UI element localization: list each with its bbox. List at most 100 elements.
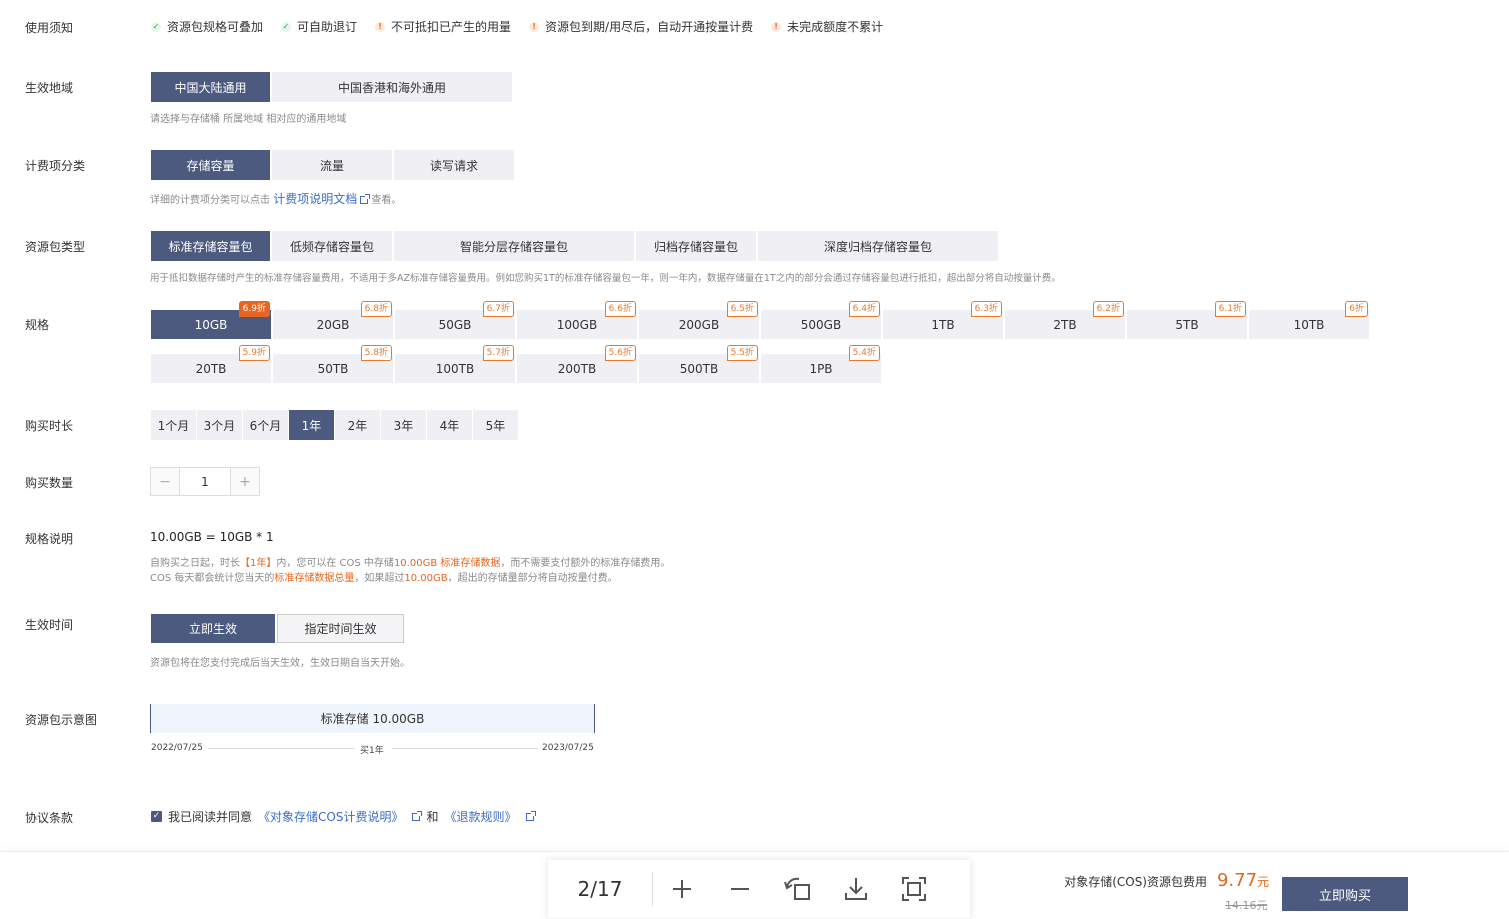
text: 自购买之日起，时长 xyxy=(150,558,240,569)
spec-option[interactable]: 500GB 6.4折 xyxy=(761,301,881,339)
rotate-icon[interactable] xyxy=(769,875,827,903)
discount-badge: 6.7折 xyxy=(482,301,514,317)
duration-option[interactable]: 3个月 xyxy=(197,410,243,440)
notice-list: ✓ 资源包规格可叠加 ✓ 可自助退订 ! 不可抵扣已产生的用量 ! 资源包到期/用尽后，… xyxy=(151,18,883,35)
duration-option[interactable]: 6个月 xyxy=(243,410,289,440)
spec-size: 5TB xyxy=(1175,317,1199,332)
spec-option[interactable]: 1TB 6.3折 xyxy=(883,301,1003,339)
page-indicator: 2/17 xyxy=(577,877,623,901)
spec-size: 10TB xyxy=(1293,317,1325,332)
pkg-type-standard[interactable]: 标准存储容量包 xyxy=(151,231,270,261)
check-icon: ✓ xyxy=(281,21,292,32)
effective-immediate[interactable]: 立即生效 xyxy=(151,614,275,643)
effective-options: 立即生效 指定时间生效 xyxy=(151,614,404,643)
spec-option[interactable]: 200GB 6.5折 xyxy=(639,301,759,339)
billing-option-traffic[interactable]: 流量 xyxy=(272,150,392,180)
duration-option[interactable]: 4年 xyxy=(427,410,473,440)
duration-option[interactable]: 3年 xyxy=(381,410,427,440)
fullscreen-icon[interactable] xyxy=(885,875,943,903)
spec-size: 500GB xyxy=(800,317,842,332)
effective-label: 生效时间 xyxy=(25,618,74,632)
billing-options: 存储容量 流量 读写请求 xyxy=(151,150,514,180)
spec-option[interactable]: 20GB 6.8折 xyxy=(273,301,393,339)
pkg-type-infrequent[interactable]: 低频存储容量包 xyxy=(272,231,392,261)
quantity-minus-button[interactable]: − xyxy=(151,468,179,495)
duration-option[interactable]: 1年 xyxy=(289,410,335,440)
duration-option[interactable]: 5年 xyxy=(473,410,519,440)
diagram-bar: 标准存储 10.00GB xyxy=(150,704,595,733)
billing-option-storage[interactable]: 存储容量 xyxy=(151,150,270,180)
pkg-type-intelligent[interactable]: 智能分层存储容量包 xyxy=(394,231,634,261)
refund-rules-link[interactable]: 《退款规则》 xyxy=(444,808,516,825)
discount-badge: 6.2折 xyxy=(1092,301,1124,317)
billing-option-requests[interactable]: 读写请求 xyxy=(394,150,514,180)
spec-option[interactable]: 500TB 5.5折 xyxy=(639,345,759,383)
quantity-input[interactable]: 1 xyxy=(179,468,231,495)
spec-option[interactable]: 100TB 5.7折 xyxy=(395,345,515,383)
highlight-text: 10.00GB xyxy=(404,573,448,584)
download-icon[interactable] xyxy=(827,875,885,903)
spec-size: 500TB xyxy=(679,361,719,376)
price-unit: 元 xyxy=(1257,875,1270,889)
notice-item: ! 资源包到期/用尽后，自动开通按量计费 xyxy=(529,18,753,35)
spec-options: 10GB 6.9折 20GB 6.8折 50GB 6.7折 100GB 6.6折 200… xyxy=(151,301,1369,383)
external-link-icon[interactable] xyxy=(525,810,536,821)
spec-formula: 10.00GB = 10GB * 1 xyxy=(150,530,274,544)
billing-terms-link[interactable]: 《对象存储COS计费说明》 xyxy=(258,808,403,825)
spec-size: 20TB xyxy=(195,361,227,376)
quantity-label: 购买数量 xyxy=(25,476,74,490)
spec-option[interactable]: 50GB 6.7折 xyxy=(395,301,515,339)
spec-size: 100TB xyxy=(435,361,475,376)
discount-badge: 5.8折 xyxy=(360,345,392,361)
agreement-and: 和 xyxy=(426,810,439,824)
diagram-end-date: 2023/07/25 xyxy=(542,743,594,753)
discount-badge: 5.6折 xyxy=(604,345,636,361)
discount-badge: 5.5折 xyxy=(726,345,758,361)
spec-option[interactable]: 5TB 6.1折 xyxy=(1127,301,1247,339)
discount-badge: 6.9折 xyxy=(238,301,270,317)
price-label: 对象存储(COS)资源包费用 xyxy=(1064,875,1207,889)
spec-option[interactable]: 100GB 6.6折 xyxy=(517,301,637,339)
price-value: 9.77 xyxy=(1217,870,1258,891)
notice-text: 未完成额度不累计 xyxy=(787,20,884,34)
spec-option[interactable]: 50TB 5.8折 xyxy=(273,345,393,383)
agreement: ✓ 我已阅读并同意 《对象存储COS计费说明》 和 《退款规则》 xyxy=(151,808,536,825)
region-option-mainland[interactable]: 中国大陆通用 xyxy=(151,72,270,102)
duration-option[interactable]: 2年 xyxy=(335,410,381,440)
region-label: 生效地域 xyxy=(25,81,74,95)
buy-now-button[interactable]: 立即购买 xyxy=(1282,877,1408,911)
external-link-icon[interactable] xyxy=(360,194,371,204)
duration-option[interactable]: 1个月 xyxy=(151,410,197,440)
diagram-label: 资源包示意图 xyxy=(25,713,98,727)
text: COS 每天都会统计您当天的 xyxy=(150,573,275,584)
document-viewer-toolbar: 2/17 xyxy=(548,860,970,918)
spec-option[interactable]: 200TB 5.6折 xyxy=(517,345,637,383)
discount-badge: 6.1折 xyxy=(1214,301,1246,317)
notice-item: ! 未完成额度不累计 xyxy=(771,18,883,35)
spec-option[interactable]: 1PB 5.4折 xyxy=(761,345,881,383)
notice-label: 使用须知 xyxy=(25,21,74,35)
zoom-out-icon[interactable] xyxy=(711,877,769,901)
highlight-text: 10.00GB 标准存储数据 xyxy=(393,558,501,569)
effective-hint: 资源包将在您支付完成后当天生效，生效日期自当天开始。 xyxy=(150,658,410,669)
spec-size: 1PB xyxy=(809,361,833,376)
billing-doc-link[interactable]: 计费项说明文档 xyxy=(273,192,357,206)
pkg-type-archive[interactable]: 归档存储容量包 xyxy=(636,231,756,261)
effective-scheduled[interactable]: 指定时间生效 xyxy=(277,614,404,643)
region-option-overseas[interactable]: 中国香港和海外通用 xyxy=(272,72,512,102)
pkg-type-deep-archive[interactable]: 深度归档存储容量包 xyxy=(758,231,998,261)
diagram-timeline xyxy=(208,748,354,749)
spec-option[interactable]: 10TB 6折 xyxy=(1249,301,1369,339)
spec-option[interactable]: 2TB 6.2折 xyxy=(1005,301,1125,339)
agreement-text: 我已阅读并同意 xyxy=(168,810,253,824)
spec-option[interactable]: 10GB 6.9折 xyxy=(151,301,271,339)
quantity-plus-button[interactable]: + xyxy=(231,468,259,495)
agreement-checkbox[interactable]: ✓ xyxy=(151,811,162,822)
notice-item: ! 不可抵扣已产生的用量 xyxy=(375,18,511,35)
highlight-text: 标准存储数据总量 xyxy=(274,573,355,584)
agreement-label: 协议条款 xyxy=(25,811,74,825)
external-link-icon[interactable] xyxy=(412,810,423,821)
diagram-timeline xyxy=(392,748,538,749)
zoom-in-icon[interactable] xyxy=(653,877,711,901)
spec-option[interactable]: 20TB 5.9折 xyxy=(151,345,271,383)
